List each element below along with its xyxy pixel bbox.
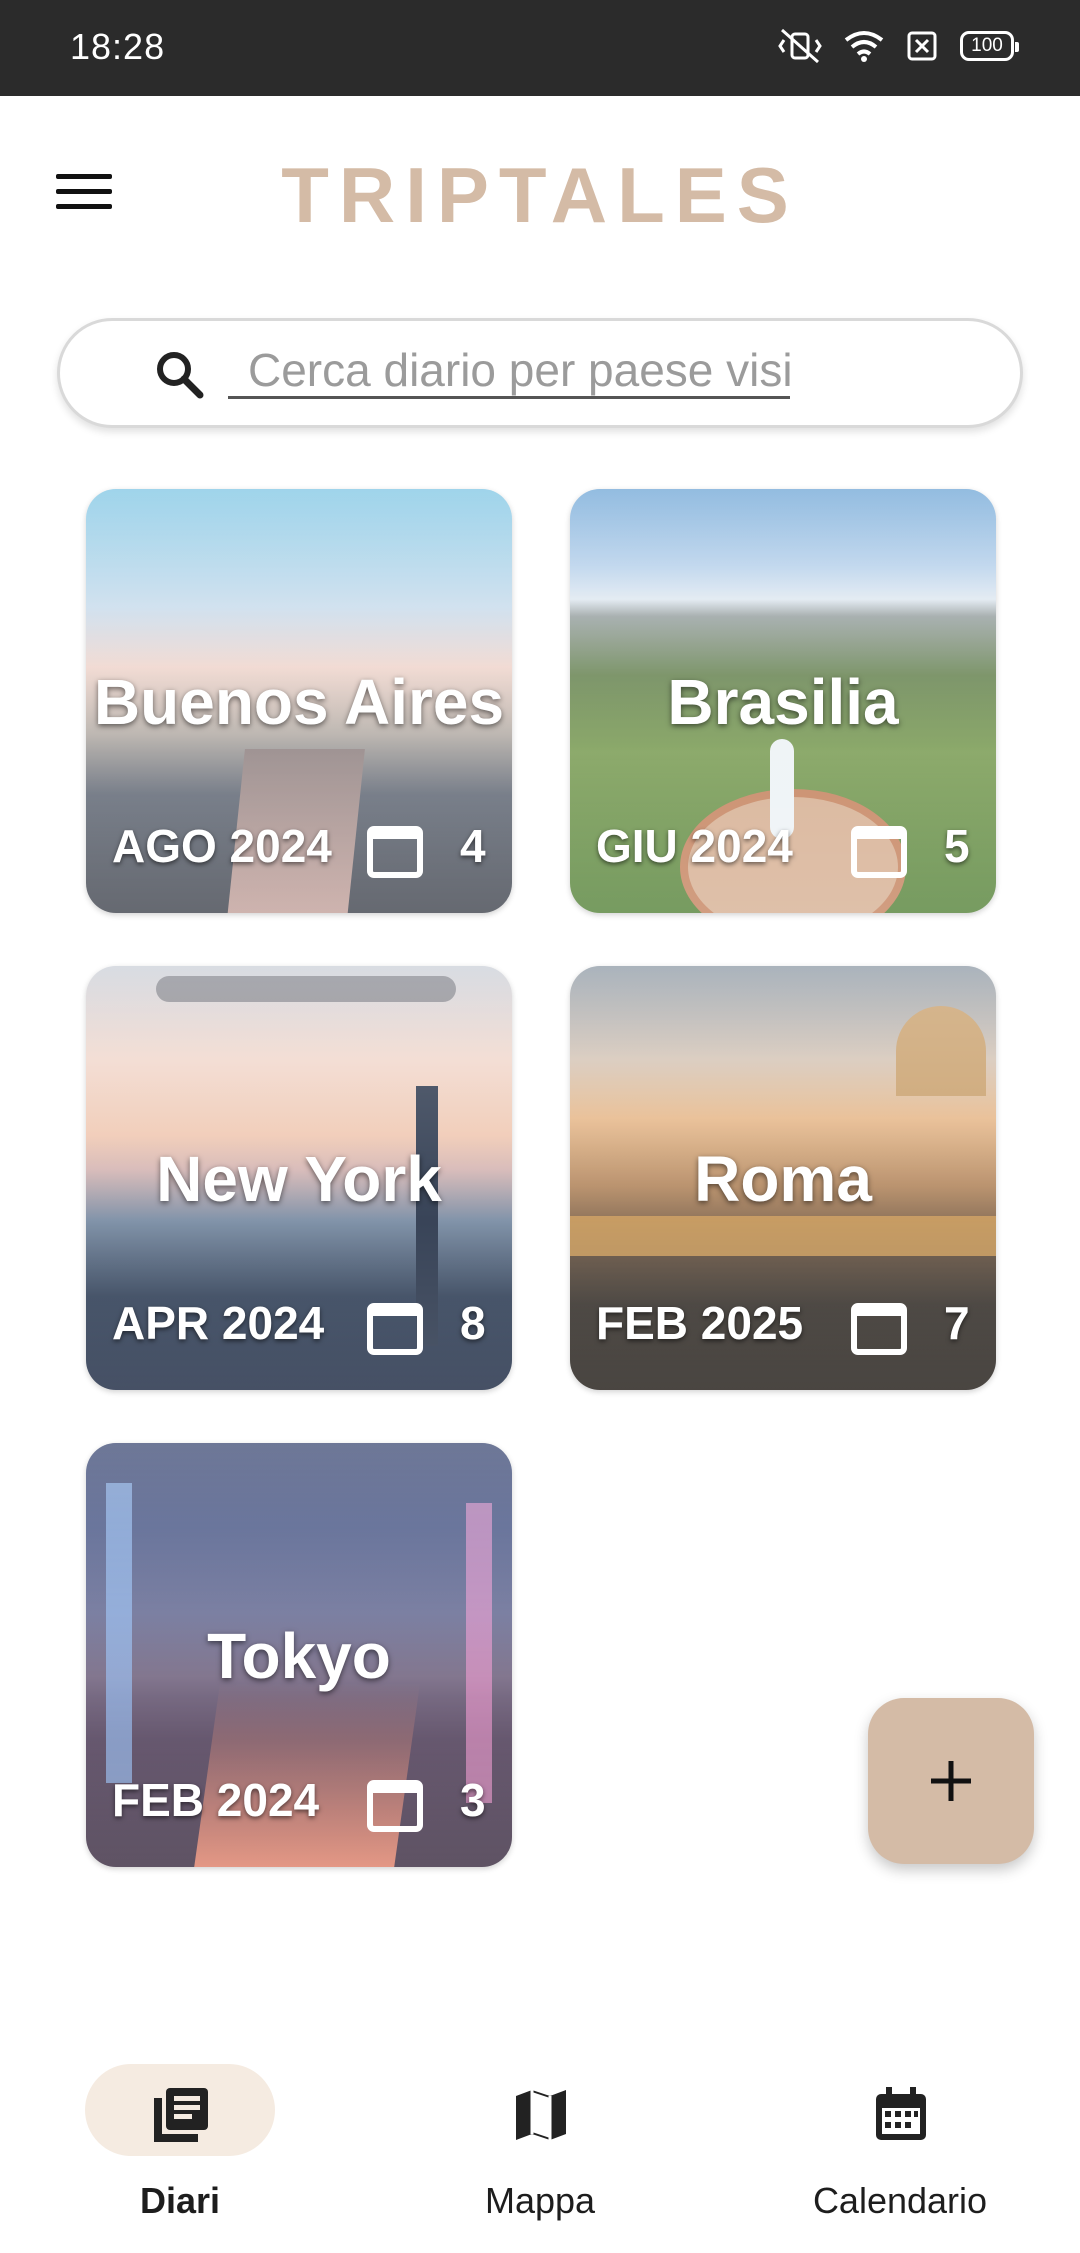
nav-item-mappa[interactable]: Mappa — [390, 2064, 690, 2222]
diary-card-tokyo[interactable]: Tokyo FEB 2024 3 — [86, 1443, 512, 1867]
calendar-icon — [367, 1303, 423, 1355]
card-days-count: 5 — [944, 820, 970, 872]
card-city: New York — [156, 1143, 442, 1215]
calendar-icon — [367, 1780, 423, 1832]
map-icon — [516, 2090, 566, 2140]
search-icon — [157, 352, 204, 399]
card-date: AGO 2024 — [112, 820, 332, 872]
card-date: FEB 2024 — [112, 1774, 320, 1826]
calendar-icon — [851, 826, 907, 878]
card-date: GIU 2024 — [596, 820, 793, 872]
diary-icon — [154, 2088, 208, 2142]
vibrate-off-icon — [778, 28, 822, 64]
app-title: TRIPTALES — [281, 151, 799, 239]
card-days-count: 8 — [460, 1297, 486, 1349]
no-sim-icon — [907, 31, 937, 61]
diary-card-brasilia[interactable]: Brasilia GIU 2024 5 — [570, 489, 996, 913]
card-days-count: 7 — [944, 1297, 970, 1349]
calendar-icon — [367, 826, 423, 878]
nav-item-calendario[interactable]: Calendario — [750, 2064, 1050, 2222]
battery-icon: 100 — [960, 31, 1019, 61]
diary-card-roma[interactable]: Roma FEB 2025 7 — [570, 966, 996, 1390]
search-input[interactable] — [228, 343, 790, 399]
nav-item-diari[interactable]: Diari — [30, 2064, 330, 2222]
nav-icon-container — [805, 2064, 995, 2156]
status-bar: 18:28 100 — [0, 0, 1080, 96]
add-diary-button[interactable] — [868, 1698, 1034, 1864]
calendar-icon — [851, 1303, 907, 1355]
calendar-icon — [876, 2087, 926, 2140]
nav-label: Calendario — [812, 2180, 988, 2221]
nav-label: Mappa — [484, 2180, 596, 2221]
bottom-nav: Diari Mappa Calendario — [0, 2040, 1080, 2253]
card-city: Brasilia — [667, 666, 899, 738]
nav-active-indicator — [85, 2064, 275, 2156]
status-time: 18:28 — [70, 26, 166, 67]
card-days-count: 3 — [460, 1774, 486, 1826]
card-city: Tokyo — [207, 1620, 391, 1692]
card-date: FEB 2025 — [596, 1297, 804, 1349]
card-days-count: 4 — [460, 820, 486, 872]
diary-card-buenos-aires[interactable]: Buenos Aires AGO 2024 4 — [86, 489, 512, 913]
diary-card-new-york[interactable]: New York APR 2024 8 — [86, 966, 512, 1390]
card-city: Buenos Aires — [93, 666, 505, 738]
nav-label: Diari — [139, 2180, 221, 2221]
search-bar[interactable] — [57, 318, 1023, 428]
card-city: Roma — [694, 1143, 872, 1215]
status-icons: 100 — [778, 28, 1019, 64]
card-date: APR 2024 — [112, 1297, 325, 1349]
wifi-icon — [844, 31, 884, 62]
nav-icon-container — [445, 2064, 635, 2156]
plus-icon — [931, 1761, 971, 1801]
